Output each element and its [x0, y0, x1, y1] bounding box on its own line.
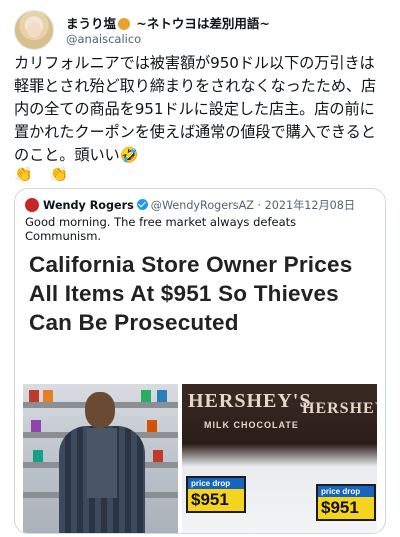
quoted-author-handle[interactable]: @WendyRogersAZ: [151, 199, 254, 212]
article-photos: HERSHEY'S HERSHEY'S MILK CHOCOLATE price…: [23, 384, 377, 533]
store-owner-photo: [23, 384, 178, 533]
author-avatar[interactable]: [14, 10, 54, 50]
price-tag-right: price drop $951: [316, 484, 376, 521]
quoted-author-name[interactable]: Wendy Rogers: [43, 199, 134, 212]
quoted-author-avatar[interactable]: [25, 198, 39, 212]
verified-badge-icon: [136, 199, 148, 210]
quoted-tweet-header: Wendy Rogers @WendyRogersAZ · 2021年12月08日: [25, 197, 355, 213]
price-tag-left: price drop $951: [186, 476, 246, 513]
author-display-name[interactable]: まうり塩 ~ネトウヨは差別用語~: [66, 13, 270, 32]
candy-label-repeat: HERSHEY'S: [302, 400, 377, 417]
author-handle[interactable]: @anaiscalico: [66, 32, 141, 46]
attached-image[interactable]: California Store Owner Prices All Items …: [23, 244, 377, 533]
tweet-header: まうり塩 ~ネトウヨは差別用語~ @anaiscalico: [14, 10, 386, 50]
quoted-date[interactable]: 2021年12月08日: [265, 199, 356, 212]
candy-shelf-photo: HERSHEY'S HERSHEY'S MILK CHOCOLATE price…: [182, 384, 377, 533]
quoted-tweet-text: Good morning. The free market always def…: [25, 215, 297, 243]
orange-emoji-icon: [118, 18, 131, 30]
clap-emojis: 👏 👏: [14, 165, 75, 183]
candy-label-2: MILK CHOCOLATE: [204, 420, 299, 430]
candy-label-1: HERSHEY'S: [188, 390, 312, 412]
article-headline: California Store Owner Prices All Items …: [29, 252, 353, 335]
tweet-text: カリフォルニアでは被害額が950ドル以下の万引きは軽罪とされ殆ど取り締まりをされ…: [14, 54, 377, 164]
quoted-tweet-card[interactable]: Wendy Rogers @WendyRogersAZ · 2021年12月08日…: [14, 188, 386, 534]
